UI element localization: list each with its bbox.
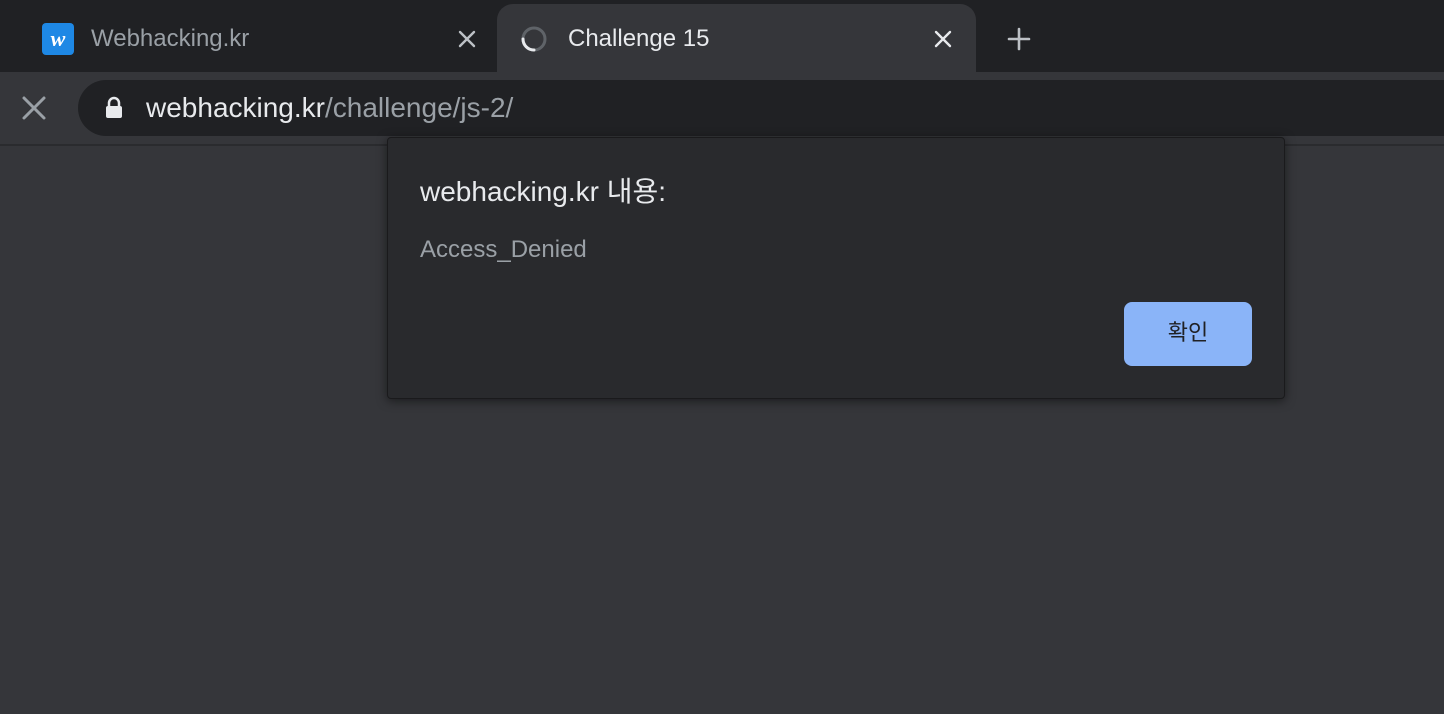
lock-icon[interactable]	[104, 96, 124, 120]
ok-button[interactable]: 확인	[1124, 302, 1252, 366]
address-host: webhacking.kr	[146, 92, 325, 123]
close-icon[interactable]	[930, 26, 956, 52]
browser-toolbar: webhacking.kr/challenge/js-2/	[0, 72, 1444, 146]
address-bar[interactable]: webhacking.kr/challenge/js-2/	[78, 80, 1444, 136]
webhacking-favicon-icon: w	[42, 23, 74, 55]
dialog-message: Access_Denied	[420, 236, 587, 263]
tab-webhacking[interactable]: w Webhacking.kr	[0, 4, 496, 72]
loading-spinner-icon	[521, 26, 547, 52]
stop-loading-icon[interactable]	[18, 92, 50, 124]
close-icon[interactable]	[454, 26, 480, 52]
tab-challenge-15[interactable]: Challenge 15	[497, 4, 976, 72]
tab-title: Challenge 15	[568, 25, 710, 52]
tab-title: Webhacking.kr	[91, 25, 250, 52]
address-url[interactable]: webhacking.kr/challenge/js-2/	[146, 92, 513, 124]
address-path: /challenge/js-2/	[324, 92, 514, 123]
alert-dialog: webhacking.kr 내용: Access_Denied 확인	[387, 137, 1285, 399]
new-tab-plus-icon[interactable]	[1004, 24, 1034, 54]
tab-strip: w Webhacking.kr Challenge 15	[0, 0, 1444, 72]
dialog-title: webhacking.kr 내용:	[420, 176, 667, 207]
